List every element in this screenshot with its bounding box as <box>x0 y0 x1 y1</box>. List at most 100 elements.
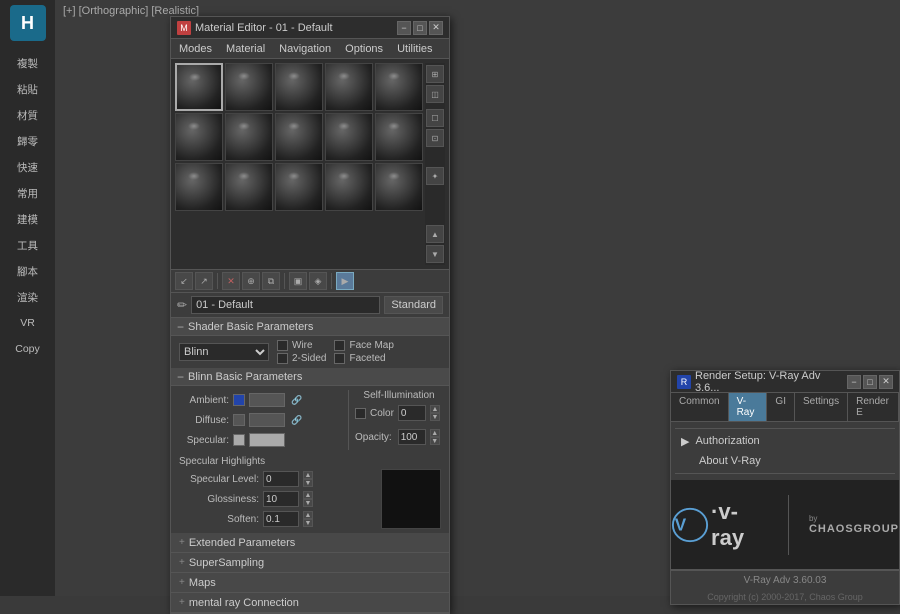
sphere-5[interactable] <box>175 113 223 161</box>
tb-btn-show[interactable]: ◈ <box>309 272 327 290</box>
sidebar-item-script[interactable]: 腳本 <box>6 259 50 283</box>
rs-window-close[interactable]: ✕ <box>879 375 893 389</box>
spheres-area: ⊞ ◫ ☐ ⊡ ✦ ▲ ▼ <box>171 59 449 269</box>
tb-btn-copy[interactable]: ⧉ <box>262 272 280 290</box>
sphere-7[interactable] <box>275 113 323 161</box>
spec-level-up[interactable]: ▲ <box>303 471 313 479</box>
sphere-12[interactable] <box>275 163 323 211</box>
menu-modes[interactable]: Modes <box>175 41 216 57</box>
self-illum-spin-up[interactable]: ▲ <box>430 405 440 413</box>
diffuse-swatch[interactable] <box>233 414 245 426</box>
rs-tab-vray[interactable]: V-Ray <box>729 393 768 421</box>
faceted-checkbox[interactable] <box>334 353 345 364</box>
me-sidebar-btn-1[interactable]: ⊞ <box>426 65 444 83</box>
me-sidebar-btn-7[interactable]: ▼ <box>426 245 444 263</box>
window-maximize-button[interactable]: □ <box>413 21 427 35</box>
sphere-4[interactable] <box>375 63 423 111</box>
ambient-link-icon[interactable]: 🔗 <box>291 395 302 406</box>
rs-window-minimize[interactable]: − <box>847 375 861 389</box>
sphere-14[interactable] <box>375 163 423 211</box>
diffuse-value[interactable] <box>249 413 285 427</box>
sphere-0[interactable] <box>175 63 223 111</box>
sidebar-item-vr[interactable]: VR <box>6 311 50 335</box>
rs-tab-common[interactable]: Common <box>671 393 729 421</box>
extended-params-row[interactable]: + Extended Parameters <box>171 533 449 553</box>
window-minimize-button[interactable]: − <box>397 21 411 35</box>
sidebar-item-quick[interactable]: 快速 <box>6 155 50 179</box>
specular-value[interactable] <box>249 433 285 447</box>
soften-up[interactable]: ▲ <box>303 511 313 519</box>
tb-btn-get-material[interactable]: ↙ <box>175 272 193 290</box>
sidebar-item-tools[interactable]: 工具 <box>6 233 50 257</box>
facemap-checkbox[interactable] <box>334 340 345 351</box>
ambient-swatch[interactable] <box>233 394 245 406</box>
twosided-checkbox[interactable] <box>277 353 288 364</box>
sidebar-item-material[interactable]: 材質 <box>6 103 50 127</box>
rs-tab-render-e[interactable]: Render E <box>848 393 899 421</box>
sphere-11[interactable] <box>225 163 273 211</box>
shader-type-select[interactable]: Blinn <box>179 343 269 361</box>
rs-about-vray-item[interactable]: About V-Ray <box>675 451 895 471</box>
me-sidebar-btn-5[interactable]: ✦ <box>426 167 444 185</box>
glossiness-up[interactable]: ▲ <box>303 491 313 499</box>
spec-level-input[interactable] <box>263 471 299 487</box>
glossiness-down[interactable]: ▼ <box>303 499 313 507</box>
sphere-13[interactable] <box>325 163 373 211</box>
me-sidebar-btn-4[interactable]: ⊡ <box>426 129 444 147</box>
opacity-input[interactable] <box>398 429 426 445</box>
glossiness-input[interactable] <box>263 491 299 507</box>
sphere-8[interactable] <box>325 113 373 161</box>
mental-ray-row[interactable]: + mental ray Connection <box>171 593 449 613</box>
sidebar-item-paste[interactable]: 粘貼 <box>6 77 50 101</box>
me-sidebar-btn-3[interactable]: ☐ <box>426 109 444 127</box>
menu-utilities[interactable]: Utilities <box>393 41 436 57</box>
tb-btn-reset[interactable]: ⊕ <box>242 272 260 290</box>
ambient-label: Ambient: <box>177 395 229 406</box>
tb-btn-put-material[interactable]: ↗ <box>195 272 213 290</box>
material-name-input[interactable] <box>191 296 380 314</box>
sidebar-item-render[interactable]: 渲染 <box>6 285 50 309</box>
self-illum-spin-down[interactable]: ▼ <box>430 413 440 421</box>
maps-row[interactable]: + Maps <box>171 573 449 593</box>
sphere-6[interactable] <box>225 113 273 161</box>
soften-input[interactable] <box>263 511 299 527</box>
rs-authorization-item[interactable]: ▶ Authorization <box>675 431 895 451</box>
sphere-10[interactable] <box>175 163 223 211</box>
sphere-1[interactable] <box>225 63 273 111</box>
rs-window-maximize[interactable]: □ <box>863 375 877 389</box>
opacity-spin-up[interactable]: ▲ <box>430 429 440 437</box>
sphere-3[interactable] <box>325 63 373 111</box>
sidebar-item-copy2[interactable]: Copy <box>6 337 50 361</box>
sidebar-item-common[interactable]: 常用 <box>6 181 50 205</box>
self-illum-color-input[interactable] <box>398 405 426 421</box>
self-illum-color-cb[interactable] <box>355 408 366 419</box>
me-sidebar-btn-6[interactable]: ▲ <box>426 225 444 243</box>
specular-swatch[interactable] <box>233 434 245 446</box>
sphere-2[interactable] <box>275 63 323 111</box>
sidebar-item-reset[interactable]: 歸零 <box>6 129 50 153</box>
sidebar-item-copy1[interactable]: 複製 <box>6 51 50 75</box>
shader-collapse-btn[interactable]: − <box>177 320 184 334</box>
wire-checkbox[interactable] <box>277 340 288 351</box>
faceted-label: Faceted <box>349 353 385 364</box>
blinn-collapse-btn[interactable]: − <box>177 370 184 384</box>
tb-btn-delete[interactable]: ✕ <box>222 272 240 290</box>
supersampling-row[interactable]: + SuperSampling <box>171 553 449 573</box>
ambient-value[interactable] <box>249 393 285 407</box>
sphere-9[interactable] <box>375 113 423 161</box>
tb-btn-assign[interactable]: ▣ <box>289 272 307 290</box>
diffuse-link-icon[interactable]: 🔗 <box>291 415 302 426</box>
menu-material[interactable]: Material <box>222 41 269 57</box>
soften-down[interactable]: ▼ <box>303 519 313 527</box>
rs-tab-gi[interactable]: GI <box>767 393 795 421</box>
menu-navigation[interactable]: Navigation <box>275 41 335 57</box>
window-close-button[interactable]: ✕ <box>429 21 443 35</box>
sidebar-item-model[interactable]: 建模 <box>6 207 50 231</box>
me-sidebar-btn-2[interactable]: ◫ <box>426 85 444 103</box>
opacity-spin-down[interactable]: ▼ <box>430 437 440 445</box>
tb-btn-active[interactable]: ▶ <box>336 272 354 290</box>
rs-tab-settings[interactable]: Settings <box>795 393 848 421</box>
menu-options[interactable]: Options <box>341 41 387 57</box>
wire-checkbox-row: Wire <box>277 340 326 351</box>
spec-level-down[interactable]: ▼ <box>303 479 313 487</box>
